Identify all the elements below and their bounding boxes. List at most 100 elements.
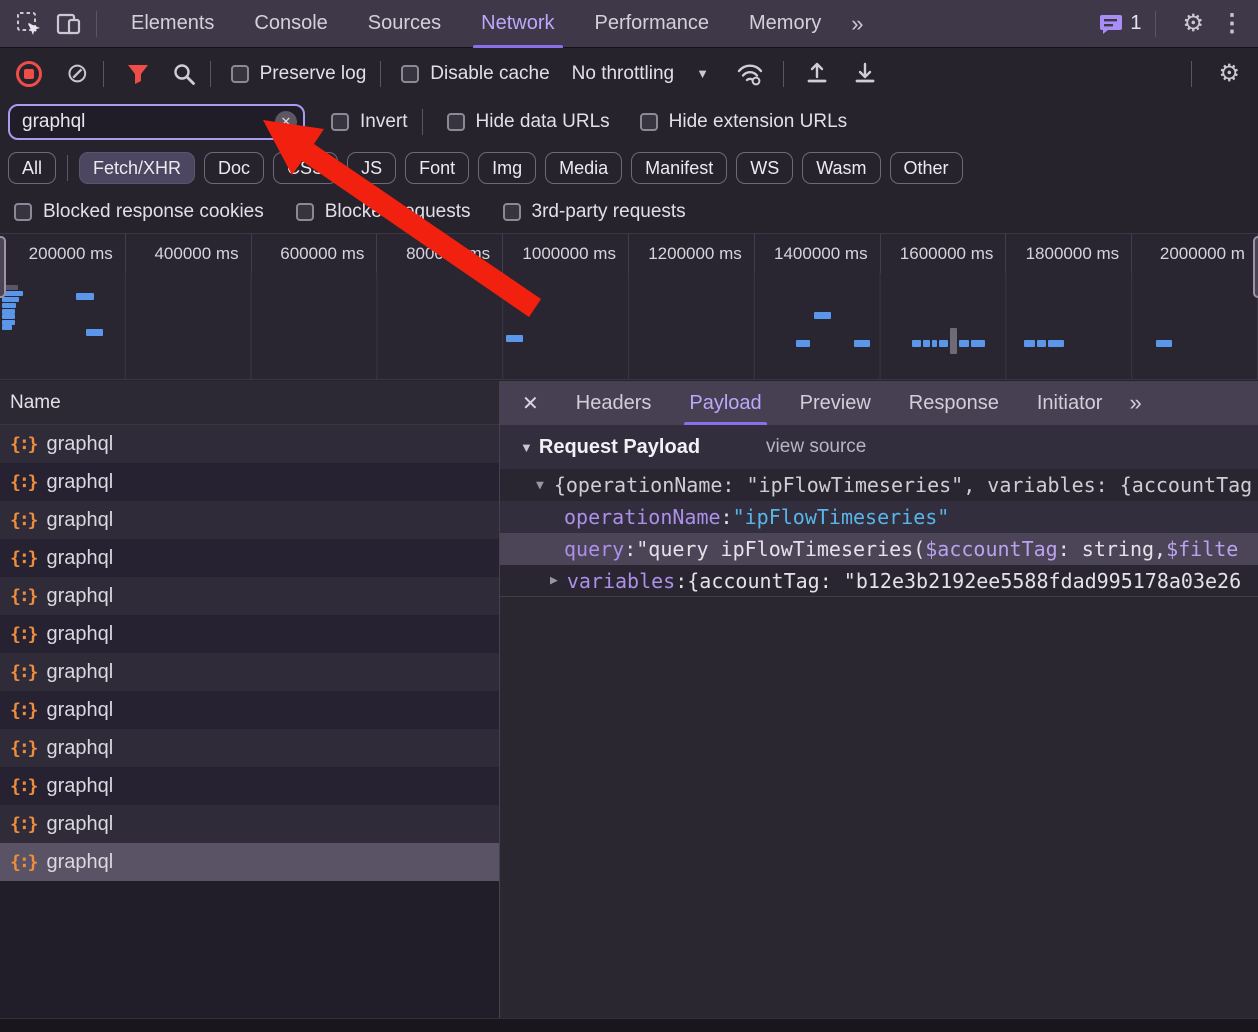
checkbox: [296, 203, 314, 221]
timeline-bar: [2, 297, 19, 302]
request-row[interactable]: {∶}graphql: [0, 577, 499, 615]
chip-media[interactable]: Media: [545, 152, 622, 184]
chip-js[interactable]: JS: [347, 152, 396, 184]
request-row[interactable]: {∶}graphql: [0, 463, 499, 501]
details-tab-payload[interactable]: Payload: [670, 381, 780, 425]
tab-memory[interactable]: Memory: [729, 0, 841, 48]
chip-fetch-xhr[interactable]: Fetch/XHR: [79, 152, 195, 184]
request-row[interactable]: {∶}graphql: [0, 767, 499, 805]
json-icon: {∶}: [10, 434, 37, 455]
request-row[interactable]: {∶}graphql: [0, 539, 499, 577]
timeline-bar: [1037, 340, 1046, 347]
chip-css[interactable]: CSS: [273, 152, 338, 184]
timeline-tick: 1200000 ms: [629, 234, 755, 273]
payload-variables-row[interactable]: ▶ variables: {accountTag: "b12e3b2192ee5…: [500, 565, 1258, 597]
payload-query-row[interactable]: query: "query ipFlowTimeseries($accountT…: [500, 533, 1258, 565]
chip-other[interactable]: Other: [890, 152, 963, 184]
record-network-log-button[interactable]: [16, 61, 42, 87]
request-row[interactable]: {∶}graphql: [0, 729, 499, 767]
third-party-requests-checkbox[interactable]: 3rd-party requests: [503, 201, 686, 223]
request-row[interactable]: {∶}graphql: [0, 501, 499, 539]
view-source-link[interactable]: view source: [766, 436, 866, 458]
timeline-tick: 2000000 m: [1132, 234, 1258, 273]
tab-console[interactable]: Console: [234, 0, 347, 48]
device-toolbar-icon[interactable]: [56, 11, 82, 37]
hide-data-urls-checkbox[interactable]: Hide data URLs: [447, 111, 610, 133]
name-column-header[interactable]: Name: [0, 381, 499, 425]
chip-doc[interactable]: Doc: [204, 152, 264, 184]
json-icon: {∶}: [10, 814, 37, 835]
json-icon: {∶}: [10, 624, 37, 645]
chip-font[interactable]: Font: [405, 152, 469, 184]
divider: [103, 61, 104, 87]
more-tabs-icon[interactable]: »: [841, 11, 873, 37]
details-tab-response[interactable]: Response: [890, 381, 1018, 425]
bottom-strip: [0, 1018, 1258, 1032]
divider: [1155, 11, 1156, 37]
timeline-bar: [939, 340, 948, 347]
chip-manifest[interactable]: Manifest: [631, 152, 727, 184]
invert-checkbox[interactable]: Invert: [331, 111, 408, 133]
timeline-bar: [1048, 340, 1064, 347]
tab-network[interactable]: Network: [461, 0, 574, 48]
checkbox: [640, 113, 658, 131]
json-icon: {∶}: [10, 852, 37, 873]
filter-input[interactable]: [10, 111, 250, 133]
chip-img[interactable]: Img: [478, 152, 536, 184]
checkbox: [503, 203, 521, 221]
blocked-requests-checkbox[interactable]: Blocked requests: [296, 201, 471, 223]
timeline-bar: [2, 325, 12, 330]
request-row-selected[interactable]: {∶}graphql: [0, 843, 499, 881]
clear-network-log-icon[interactable]: ⊘: [66, 60, 89, 87]
export-har-icon[interactable]: [852, 61, 878, 87]
chip-wasm[interactable]: Wasm: [802, 152, 880, 184]
network-overview-timeline[interactable]: 200000 ms 400000 ms 600000 ms 800000 ms …: [0, 233, 1258, 380]
payload-operation-row[interactable]: operationName: "ipFlowTimeseries": [500, 501, 1258, 533]
chip-all[interactable]: All: [8, 152, 56, 184]
import-har-icon[interactable]: [804, 61, 830, 87]
blocked-response-cookies-checkbox[interactable]: Blocked response cookies: [14, 201, 264, 223]
chip-ws[interactable]: WS: [736, 152, 793, 184]
disable-cache-checkbox[interactable]: Disable cache: [401, 63, 549, 85]
json-icon: {∶}: [10, 776, 37, 797]
close-details-icon[interactable]: ✕: [500, 391, 557, 416]
timeline-right-handle[interactable]: [1253, 236, 1258, 298]
request-row[interactable]: {∶}graphql: [0, 653, 499, 691]
tab-performance[interactable]: Performance: [575, 0, 730, 48]
clear-filter-icon[interactable]: ✕: [275, 111, 297, 133]
json-icon: {∶}: [10, 510, 37, 531]
timeline-bar: [76, 293, 94, 300]
throttling-select[interactable]: No throttling ▼: [572, 63, 709, 85]
timeline-tick: 400000 ms: [126, 234, 252, 273]
settings-gear-icon[interactable]: ⚙: [1170, 9, 1216, 38]
filter-funnel-icon[interactable]: [126, 62, 150, 86]
network-settings-gear-icon[interactable]: ⚙: [1206, 59, 1258, 88]
hide-extension-urls-checkbox[interactable]: Hide extension URLs: [640, 111, 847, 133]
timeline-tick: 1800000 ms: [1006, 234, 1132, 273]
timeline-bar: [86, 329, 103, 336]
timeline-tick: 1000000 ms: [503, 234, 629, 273]
request-row[interactable]: {∶}graphql: [0, 425, 499, 463]
payload-root-row[interactable]: ▼ {operationName: "ipFlowTimeseries", va…: [500, 469, 1258, 501]
request-row[interactable]: {∶}graphql: [0, 691, 499, 729]
request-row[interactable]: {∶}graphql: [0, 805, 499, 843]
search-icon[interactable]: [172, 62, 196, 86]
inspect-element-icon[interactable]: [16, 11, 42, 37]
tab-sources[interactable]: Sources: [348, 0, 461, 48]
details-tab-headers[interactable]: Headers: [557, 381, 671, 425]
request-payload-section-header[interactable]: ▼ Request Payload view source: [500, 425, 1258, 469]
details-tab-preview[interactable]: Preview: [781, 381, 890, 425]
timeline-bar: [932, 340, 937, 347]
collapse-triangle-icon: ▼: [520, 440, 533, 455]
json-icon: {∶}: [10, 700, 37, 721]
request-row[interactable]: {∶}graphql: [0, 615, 499, 653]
main-menu-icon[interactable]: ⋮: [1216, 9, 1258, 38]
issues-counter[interactable]: 1: [1099, 12, 1141, 35]
timeline-left-handle[interactable]: [0, 236, 6, 298]
timeline-bars: [0, 273, 1258, 380]
preserve-log-checkbox[interactable]: Preserve log: [231, 63, 367, 85]
more-details-tabs-icon[interactable]: »: [1129, 390, 1141, 416]
tab-elements[interactable]: Elements: [111, 0, 234, 48]
network-conditions-icon[interactable]: [735, 61, 765, 87]
details-tab-initiator[interactable]: Initiator: [1018, 381, 1122, 425]
